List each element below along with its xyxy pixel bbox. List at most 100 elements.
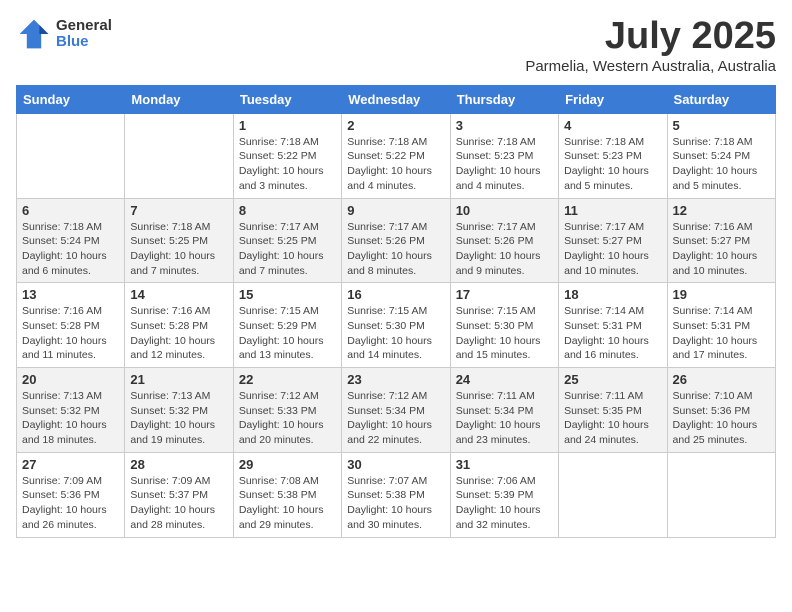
calendar-cell: 21 Sunrise: 7:13 AMSunset: 5:32 PMDayligh… (125, 368, 233, 453)
day-info: Sunrise: 7:17 AMSunset: 5:25 PMDaylight:… (239, 220, 336, 279)
day-info: Sunrise: 7:09 AMSunset: 5:37 PMDaylight:… (130, 474, 227, 533)
day-number: 1 (239, 118, 336, 133)
day-number: 17 (456, 287, 553, 302)
day-number: 22 (239, 372, 336, 387)
day-info: Sunrise: 7:18 AMSunset: 5:23 PMDaylight:… (564, 135, 661, 194)
calendar-cell: 1 Sunrise: 7:18 AMSunset: 5:22 PMDaylight… (233, 113, 341, 198)
day-info: Sunrise: 7:16 AMSunset: 5:27 PMDaylight:… (673, 220, 770, 279)
day-number: 20 (22, 372, 119, 387)
calendar-cell: 16 Sunrise: 7:15 AMSunset: 5:30 PMDayligh… (342, 283, 450, 368)
day-info: Sunrise: 7:18 AMSunset: 5:24 PMDaylight:… (22, 220, 119, 279)
logo-blue-text: Blue (56, 34, 112, 51)
day-info: Sunrise: 7:12 AMSunset: 5:33 PMDaylight:… (239, 389, 336, 448)
day-info: Sunrise: 7:18 AMSunset: 5:23 PMDaylight:… (456, 135, 553, 194)
calendar-cell: 25Sunrise: 7:11 AMSunset: 5:35 PMDayligh… (559, 368, 667, 453)
calendar-cell: 24 Sunrise: 7:11 AMSunset: 5:34 PMDayligh… (450, 368, 558, 453)
day-number: 7 (130, 203, 227, 218)
calendar-week-row: 13Sunrise: 7:16 AMSunset: 5:28 PMDayligh… (17, 283, 776, 368)
day-number: 27 (22, 457, 119, 472)
calendar-cell: 27 Sunrise: 7:09 AMSunset: 5:36 PMDayligh… (17, 452, 125, 537)
title-block: July 2025 Parmelia, Western Australia, A… (525, 16, 776, 75)
day-number: 2 (347, 118, 444, 133)
calendar-cell (667, 452, 775, 537)
day-number: 30 (347, 457, 444, 472)
weekday-header-sunday: Sunday (17, 85, 125, 113)
day-info: Sunrise: 7:17 AMSunset: 5:26 PMDaylight:… (347, 220, 444, 279)
day-number: 13 (22, 287, 119, 302)
calendar-week-row: 1 Sunrise: 7:18 AMSunset: 5:22 PMDaylight… (17, 113, 776, 198)
logo: General Blue (16, 16, 112, 52)
day-info: Sunrise: 7:06 AMSunset: 5:39 PMDaylight:… (456, 474, 553, 533)
calendar-cell: 31 Sunrise: 7:06 AMSunset: 5:39 PMDayligh… (450, 452, 558, 537)
month-title: July 2025 (525, 16, 776, 58)
day-info: Sunrise: 7:09 AMSunset: 5:36 PMDaylight:… (22, 474, 119, 533)
day-number: 29 (239, 457, 336, 472)
day-info: Sunrise: 7:10 AMSunset: 5:36 PMDaylight:… (673, 389, 770, 448)
day-info: Sunrise: 7:15 AMSunset: 5:29 PMDaylight:… (239, 304, 336, 363)
calendar-cell: 7 Sunrise: 7:18 AMSunset: 5:25 PMDaylight… (125, 198, 233, 283)
day-number: 14 (130, 287, 227, 302)
day-number: 9 (347, 203, 444, 218)
calendar-week-row: 27 Sunrise: 7:09 AMSunset: 5:36 PMDayligh… (17, 452, 776, 537)
calendar-week-row: 6 Sunrise: 7:18 AMSunset: 5:24 PMDaylight… (17, 198, 776, 283)
calendar-cell: 23 Sunrise: 7:12 AMSunset: 5:34 PMDayligh… (342, 368, 450, 453)
day-info: Sunrise: 7:11 AMSunset: 5:34 PMDaylight:… (456, 389, 553, 448)
day-info: Sunrise: 7:15 AMSunset: 5:30 PMDaylight:… (347, 304, 444, 363)
day-info: Sunrise: 7:18 AMSunset: 5:22 PMDaylight:… (239, 135, 336, 194)
calendar-cell: 5Sunrise: 7:18 AMSunset: 5:24 PMDaylight… (667, 113, 775, 198)
day-number: 25 (564, 372, 661, 387)
day-number: 18 (564, 287, 661, 302)
calendar-cell: 30Sunrise: 7:07 AMSunset: 5:38 PMDayligh… (342, 452, 450, 537)
calendar-cell: 29Sunrise: 7:08 AMSunset: 5:38 PMDayligh… (233, 452, 341, 537)
day-number: 28 (130, 457, 227, 472)
day-number: 23 (347, 372, 444, 387)
day-info: Sunrise: 7:13 AMSunset: 5:32 PMDaylight:… (130, 389, 227, 448)
weekday-header-monday: Monday (125, 85, 233, 113)
calendar-cell: 10Sunrise: 7:17 AMSunset: 5:26 PMDayligh… (450, 198, 558, 283)
day-number: 12 (673, 203, 770, 218)
day-number: 8 (239, 203, 336, 218)
day-number: 3 (456, 118, 553, 133)
day-info: Sunrise: 7:17 AMSunset: 5:27 PMDaylight:… (564, 220, 661, 279)
day-number: 11 (564, 203, 661, 218)
day-info: Sunrise: 7:18 AMSunset: 5:25 PMDaylight:… (130, 220, 227, 279)
logo-icon (16, 16, 52, 52)
calendar-cell: 14Sunrise: 7:16 AMSunset: 5:28 PMDayligh… (125, 283, 233, 368)
weekday-header-wednesday: Wednesday (342, 85, 450, 113)
logo-general-text: General (56, 18, 112, 35)
calendar-week-row: 20 Sunrise: 7:13 AMSunset: 5:32 PMDayligh… (17, 368, 776, 453)
day-info: Sunrise: 7:17 AMSunset: 5:26 PMDaylight:… (456, 220, 553, 279)
calendar-cell: 28 Sunrise: 7:09 AMSunset: 5:37 PMDayligh… (125, 452, 233, 537)
calendar-cell: 18 Sunrise: 7:14 AMSunset: 5:31 PMDayligh… (559, 283, 667, 368)
day-number: 16 (347, 287, 444, 302)
calendar-cell: 4 Sunrise: 7:18 AMSunset: 5:23 PMDaylight… (559, 113, 667, 198)
calendar-cell (125, 113, 233, 198)
calendar-cell: 20 Sunrise: 7:13 AMSunset: 5:32 PMDayligh… (17, 368, 125, 453)
day-number: 6 (22, 203, 119, 218)
calendar-cell: 3 Sunrise: 7:18 AMSunset: 5:23 PMDaylight… (450, 113, 558, 198)
day-info: Sunrise: 7:13 AMSunset: 5:32 PMDaylight:… (22, 389, 119, 448)
day-info: Sunrise: 7:18 AMSunset: 5:22 PMDaylight:… (347, 135, 444, 194)
calendar-cell: 11 Sunrise: 7:17 AMSunset: 5:27 PMDayligh… (559, 198, 667, 283)
calendar-cell: 13Sunrise: 7:16 AMSunset: 5:28 PMDayligh… (17, 283, 125, 368)
weekday-header-row: SundayMondayTuesdayWednesdayThursdayFrid… (17, 85, 776, 113)
day-number: 21 (130, 372, 227, 387)
day-number: 24 (456, 372, 553, 387)
weekday-header-saturday: Saturday (667, 85, 775, 113)
day-number: 4 (564, 118, 661, 133)
logo-text: General Blue (56, 18, 112, 51)
day-info: Sunrise: 7:14 AMSunset: 5:31 PMDaylight:… (673, 304, 770, 363)
page-header: General Blue July 2025 Parmelia, Western… (16, 16, 776, 75)
day-info: Sunrise: 7:14 AMSunset: 5:31 PMDaylight:… (564, 304, 661, 363)
calendar-cell (559, 452, 667, 537)
calendar-cell: 26Sunrise: 7:10 AMSunset: 5:36 PMDayligh… (667, 368, 775, 453)
day-number: 19 (673, 287, 770, 302)
calendar-cell: 15 Sunrise: 7:15 AMSunset: 5:29 PMDayligh… (233, 283, 341, 368)
day-number: 5 (673, 118, 770, 133)
calendar-cell: 6 Sunrise: 7:18 AMSunset: 5:24 PMDaylight… (17, 198, 125, 283)
calendar-table: SundayMondayTuesdayWednesdayThursdayFrid… (16, 85, 776, 538)
calendar-cell (17, 113, 125, 198)
day-number: 15 (239, 287, 336, 302)
day-info: Sunrise: 7:12 AMSunset: 5:34 PMDaylight:… (347, 389, 444, 448)
day-number: 31 (456, 457, 553, 472)
